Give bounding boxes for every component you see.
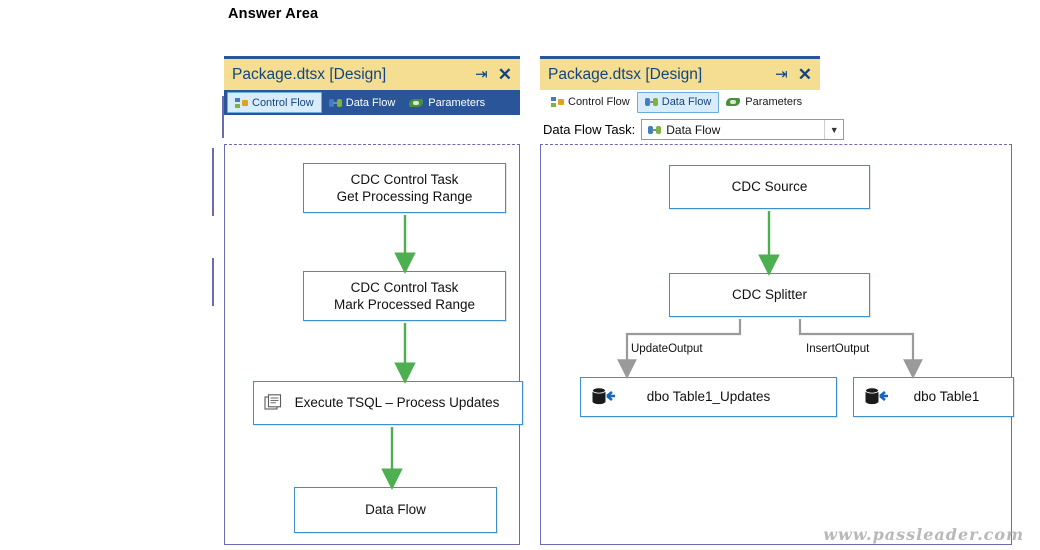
- node-line-1: CDC Control Task: [350, 280, 459, 296]
- chevron-down-icon[interactable]: ▼: [824, 120, 843, 139]
- data-flow-task-row: Data Flow Task: Data Flow ▼: [543, 119, 845, 140]
- tab-label: Data Flow: [345, 96, 396, 109]
- tab-data-flow[interactable]: Data Flow: [636, 91, 720, 113]
- parameters-icon: [726, 96, 741, 108]
- data-flow-task-label: Data Flow Task:: [543, 122, 636, 137]
- node-cdc-source[interactable]: CDC Source: [669, 165, 870, 209]
- pin-icon[interactable]: ⇥: [775, 67, 788, 82]
- ole-db-destination-icon: [592, 387, 615, 405]
- tab-data-flow[interactable]: Data Flow: [322, 92, 403, 113]
- data-flow-task-selected-value: Data Flow: [666, 122, 721, 137]
- node-label: dbo Table1_Updates: [646, 388, 771, 404]
- right-package-window: Package.dtsx [Design] ⇥ ✕: [540, 56, 820, 90]
- tab-parameters[interactable]: Parameters: [402, 92, 492, 113]
- tab-label: Data Flow: [661, 96, 712, 108]
- tab-control-flow[interactable]: Control Flow: [544, 92, 637, 113]
- tab-label: Parameters: [745, 96, 803, 108]
- watermark: www.passleader.com: [823, 525, 1024, 544]
- node-line-2: Mark Processed Range: [333, 296, 476, 312]
- edge-label-update-output: UpdateOutput: [631, 343, 703, 355]
- node-line-1: CDC Control Task: [350, 172, 459, 188]
- tab-parameters[interactable]: Parameters: [719, 92, 809, 113]
- node-label: Execute TSQL – Process Updates: [294, 394, 500, 410]
- tab-control-flow[interactable]: Control Flow: [227, 92, 322, 113]
- data-flow-icon: [644, 96, 658, 108]
- ole-db-destination-icon: [865, 387, 888, 405]
- node-data-flow[interactable]: Data Flow: [294, 487, 497, 533]
- node-cdc-control-task-get-range[interactable]: CDC Control Task Get Processing Range: [303, 163, 506, 213]
- close-icon[interactable]: ✕: [798, 66, 812, 83]
- left-tabstrip: Control Flow Data Flow Parameters: [224, 90, 520, 115]
- control-flow-icon: [551, 96, 564, 108]
- node-label: dbo Table1: [913, 388, 980, 404]
- artifact-bar-mid: [212, 148, 214, 216]
- node-cdc-splitter[interactable]: CDC Splitter: [669, 273, 870, 317]
- tab-label: Parameters: [428, 96, 486, 109]
- node-dbo-table1-updates[interactable]: dbo Table1_Updates: [580, 377, 837, 417]
- artifact-bar-low: [212, 258, 214, 306]
- parameters-icon: [409, 97, 424, 109]
- left-window-title: Package.dtsx [Design]: [232, 65, 387, 83]
- right-tabstrip: Control Flow Data Flow Parameters: [540, 90, 1012, 115]
- right-window-title: Package.dtsx [Design]: [548, 65, 703, 83]
- page-title: Answer Area: [228, 6, 319, 22]
- pin-icon[interactable]: ⇥: [475, 67, 488, 82]
- node-label: Data Flow: [365, 501, 426, 517]
- data-flow-icon: [648, 124, 662, 136]
- node-line-2: Get Processing Range: [336, 188, 473, 204]
- tab-label: Control Flow: [568, 96, 630, 108]
- left-window-titlebar: Package.dtsx [Design] ⇥ ✕: [224, 56, 520, 90]
- node-execute-tsql[interactable]: Execute TSQL – Process Updates: [253, 381, 523, 425]
- execute-sql-task-icon: [264, 394, 282, 410]
- tab-label: Control Flow: [252, 96, 314, 109]
- right-window-titlebar: Package.dtsx [Design] ⇥ ✕: [540, 56, 820, 90]
- node-label: CDC Splitter: [731, 286, 807, 302]
- node-label: CDC Source: [731, 178, 808, 194]
- data-flow-icon: [328, 97, 342, 109]
- control-flow-icon: [235, 97, 248, 109]
- data-flow-task-combobox[interactable]: Data Flow ▼: [641, 119, 845, 140]
- close-icon[interactable]: ✕: [498, 66, 512, 83]
- left-package-window: Package.dtsx [Design] ⇥ ✕: [224, 56, 520, 90]
- edge-label-insert-output: InsertOutput: [806, 343, 870, 355]
- node-dbo-table1[interactable]: dbo Table1: [853, 377, 1014, 417]
- node-cdc-control-task-mark-range[interactable]: CDC Control Task Mark Processed Range: [303, 271, 506, 321]
